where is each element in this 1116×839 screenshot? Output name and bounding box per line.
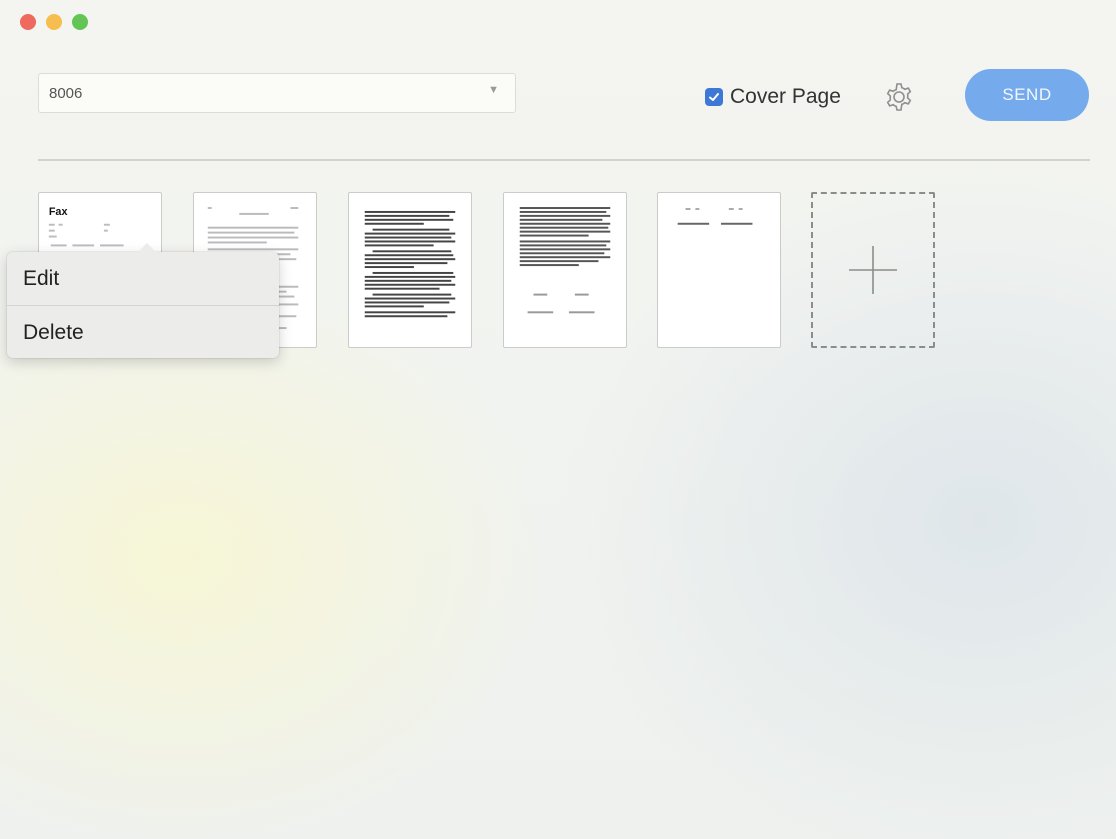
menu-item-edit[interactable]: Edit — [7, 253, 279, 305]
close-window-button[interactable] — [20, 14, 36, 30]
cover-page-checkbox[interactable] — [705, 88, 723, 106]
maximize-window-button[interactable] — [72, 14, 88, 30]
context-menu: Edit Delete — [7, 243, 279, 359]
chevron-down-icon[interactable]: ▼ — [488, 84, 499, 96]
cover-page-title: Fax — [49, 206, 68, 218]
page-thumbnail[interactable] — [503, 192, 627, 348]
cover-page-toggle[interactable]: Cover Page — [705, 85, 841, 109]
send-button[interactable]: SEND — [965, 69, 1089, 121]
divider — [38, 159, 1090, 161]
gear-icon[interactable] — [883, 81, 915, 113]
cover-page-label: Cover Page — [730, 85, 841, 108]
checkmark-icon — [709, 93, 719, 101]
context-menu-arrow — [137, 243, 157, 253]
add-page-button[interactable] — [811, 192, 935, 348]
fax-number-combobox[interactable]: 8006 ▼ — [38, 73, 516, 113]
page-thumbnail[interactable] — [657, 192, 781, 348]
minimize-window-button[interactable] — [46, 14, 62, 30]
plus-icon — [849, 246, 897, 294]
page-thumbnail[interactable] — [348, 192, 472, 348]
window-controls — [20, 14, 88, 30]
menu-item-delete[interactable]: Delete — [7, 307, 279, 359]
fax-number-value: 8006 — [49, 85, 83, 102]
menu-separator — [7, 305, 279, 306]
